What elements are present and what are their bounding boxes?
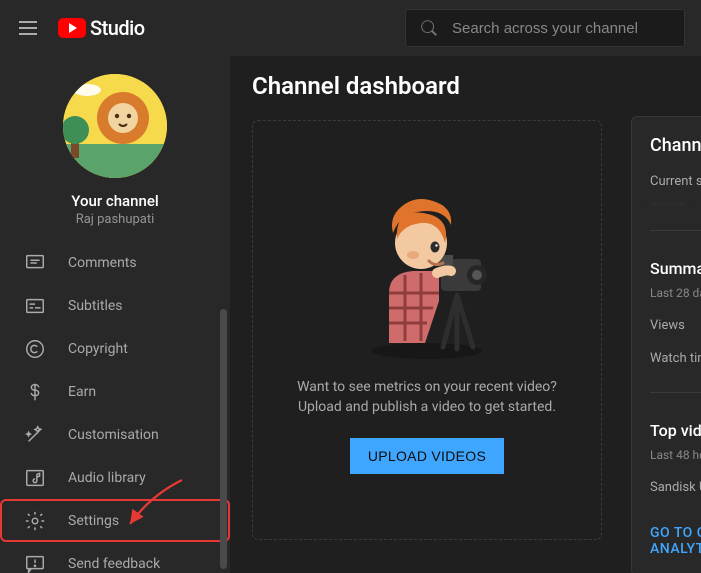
- sidebar-nav: Comments Subtitles Copyright Earn Custom…: [0, 241, 230, 573]
- topbar: Studio: [0, 0, 701, 56]
- copyright-icon: [24, 338, 46, 360]
- subtitles-icon: [24, 295, 46, 317]
- sidebar-item-comments[interactable]: Comments: [0, 241, 230, 284]
- go-to-analytics-link[interactable]: GO TO CHANNEL ANALYTICS: [650, 525, 701, 557]
- sidebar-item-label: Comments: [68, 255, 137, 271]
- row-watch: Watch time (hours): [650, 351, 701, 366]
- search-input[interactable]: [452, 20, 672, 37]
- cards-row: Want to see metrics on your recent video…: [252, 120, 679, 540]
- search-box[interactable]: [405, 9, 685, 47]
- summary-title: Summary: [650, 259, 701, 278]
- top-videos-title: Top videos: [650, 421, 701, 440]
- analytics-subs-label: Current subscribers: [650, 174, 701, 189]
- sidebar-item-feedback[interactable]: Send feedback: [0, 542, 230, 573]
- sidebar-item-label: Customisation: [68, 427, 159, 443]
- channel-name: Raj pashupati: [76, 212, 155, 227]
- upload-illustration: [347, 173, 507, 363]
- main-content: Channel dashboard: [230, 56, 701, 573]
- youtube-icon: [58, 18, 86, 38]
- summary-subtitle: Last 28 days: [650, 286, 701, 300]
- gear-icon: [24, 510, 46, 532]
- sidebar-item-settings[interactable]: Settings: [0, 499, 230, 542]
- sidebar-item-label: Earn: [68, 384, 96, 400]
- comments-icon: [24, 252, 46, 274]
- youtube-studio-logo[interactable]: Studio: [58, 16, 145, 40]
- channel-analytics-card: Channel analytics Current subscribers Su…: [631, 116, 701, 573]
- sidebar-item-audio-library[interactable]: Audio library: [0, 456, 230, 499]
- analytics-heading: Channel analytics: [650, 135, 701, 156]
- channel-title: Your channel: [71, 192, 158, 210]
- sidebar-item-customisation[interactable]: Customisation: [0, 413, 230, 456]
- dollar-icon: [24, 381, 46, 403]
- page-title: Channel dashboard: [252, 72, 679, 100]
- upload-text-line1: Want to see metrics on your recent video…: [297, 377, 557, 397]
- sidebar-item-label: Subtitles: [68, 298, 123, 314]
- brand-text: Studio: [90, 16, 145, 40]
- lion-avatar-icon: [63, 74, 167, 178]
- search-icon: [418, 17, 440, 39]
- person-camera-icon: [347, 173, 507, 363]
- search-wrap: [163, 9, 685, 47]
- sidebar-item-label: Send feedback: [68, 556, 160, 572]
- subs-count-redacted: [650, 203, 686, 204]
- upload-help-text: Want to see metrics on your recent video…: [297, 377, 557, 418]
- divider: [650, 230, 701, 231]
- channel-header: Your channel Raj pashupati: [0, 56, 230, 241]
- wand-icon: [24, 424, 46, 446]
- sidebar: Your channel Raj pashupati Comments Subt…: [0, 56, 230, 573]
- channel-avatar[interactable]: [63, 74, 167, 178]
- feedback-icon: [24, 553, 46, 573]
- sidebar-item-label: Copyright: [68, 341, 128, 357]
- menu-toggle-button[interactable]: [16, 16, 40, 40]
- top-video-item: Sandisk Ultra: [650, 480, 701, 495]
- row-views: Views: [650, 318, 701, 333]
- sidebar-item-copyright[interactable]: Copyright: [0, 327, 230, 370]
- upload-videos-button[interactable]: UPLOAD VIDEOS: [350, 438, 504, 474]
- sidebar-item-subtitles[interactable]: Subtitles: [0, 284, 230, 327]
- top-videos-subtitle: Last 48 hours: [650, 448, 701, 462]
- sidebar-item-label: Settings: [68, 513, 119, 529]
- music-icon: [24, 467, 46, 489]
- upload-text-line2: Upload and publish a video to get starte…: [297, 397, 557, 417]
- hamburger-icon: [16, 16, 40, 40]
- sidebar-scrollbar[interactable]: [220, 309, 227, 569]
- sidebar-item-earn[interactable]: Earn: [0, 370, 230, 413]
- upload-prompt-card: Want to see metrics on your recent video…: [252, 120, 602, 540]
- sidebar-item-label: Audio library: [68, 470, 146, 486]
- divider: [650, 392, 701, 393]
